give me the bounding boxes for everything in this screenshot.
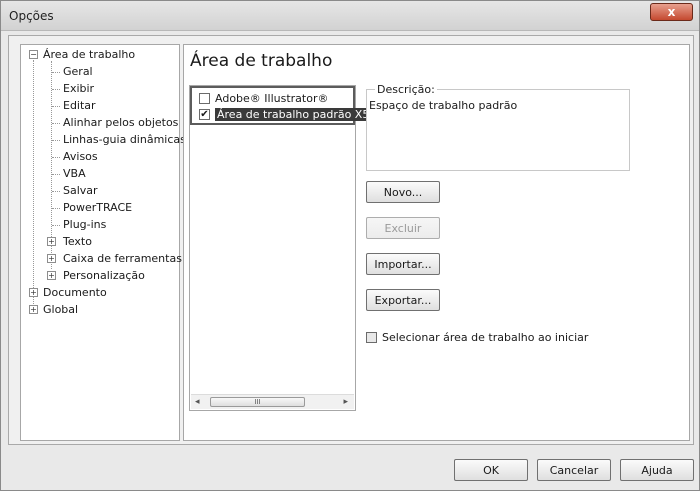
- export-button[interactable]: Exportar...: [366, 289, 440, 311]
- delete-button[interactable]: Excluir: [366, 217, 440, 239]
- cancel-button[interactable]: Cancelar: [537, 459, 611, 481]
- tree-item-alinhar[interactable]: Alinhar pelos objetos: [63, 115, 178, 131]
- dialog-content: − Área de trabalho Geral Exibir Editar A…: [8, 35, 694, 445]
- workspace-item-label: Adobe® Illustrator®: [215, 92, 329, 105]
- workspace-checkbox[interactable]: ✔: [199, 108, 210, 120]
- tree-item-avisos[interactable]: Avisos: [63, 149, 98, 165]
- expand-icon[interactable]: +: [29, 305, 38, 314]
- description-label: Descrição:: [375, 83, 437, 96]
- collapse-icon[interactable]: −: [29, 50, 38, 59]
- workspace-item-padrao-x5[interactable]: ✔ Área de trabalho padrão X5: [199, 107, 372, 123]
- ok-button[interactable]: OK: [454, 459, 528, 481]
- workspace-checkbox[interactable]: [199, 92, 210, 104]
- scroll-left-icon[interactable]: ◂: [195, 397, 200, 407]
- startup-label: Selecionar área de trabalho ao iniciar: [382, 331, 589, 344]
- options-tree: − Área de trabalho Geral Exibir Editar A…: [20, 44, 186, 441]
- scroll-right-icon[interactable]: ▸: [343, 397, 348, 407]
- tree-item-salvar[interactable]: Salvar: [63, 183, 98, 199]
- tree-item-label: Área de trabalho: [43, 48, 136, 61]
- description-group: Descrição: Espaço de trabalho padrão: [366, 83, 630, 171]
- new-button[interactable]: Novo...: [366, 181, 440, 203]
- tree-item-exibir[interactable]: Exibir: [63, 81, 94, 97]
- close-icon: x: [667, 5, 676, 19]
- tree-item-editar[interactable]: Editar: [63, 98, 96, 114]
- expand-icon[interactable]: +: [47, 254, 56, 263]
- tree-item-plug-ins[interactable]: Plug-ins: [63, 217, 106, 233]
- description-text: Espaço de trabalho padrão: [369, 99, 518, 112]
- tree-item-linhas-guia[interactable]: Linhas-guia dinâmicas: [63, 132, 186, 148]
- tree-item-label: Global: [43, 303, 79, 316]
- help-button[interactable]: Ajuda: [620, 459, 694, 481]
- tree-item-geral[interactable]: Geral: [63, 64, 93, 80]
- options-dialog: Opções x − Área de trabalho Geral Exibir…: [0, 0, 700, 491]
- tree-item-vba[interactable]: VBA: [63, 166, 86, 182]
- workspace-list[interactable]: Adobe® Illustrator® ✔ Área de trabalho pa…: [189, 85, 372, 411]
- workspace-item-illustrator[interactable]: Adobe® Illustrator®: [199, 91, 329, 107]
- expand-icon[interactable]: +: [47, 237, 56, 246]
- panel-title: Área de trabalho: [190, 51, 333, 71]
- tree-line: [33, 60, 34, 306]
- window-title: Opções: [9, 9, 54, 23]
- startup-checkbox[interactable]: [366, 331, 377, 343]
- expand-icon[interactable]: +: [47, 271, 56, 280]
- tree-item-label: Texto: [63, 235, 92, 248]
- scroll-thumb[interactable]: III: [210, 397, 305, 407]
- tree-item-label: Caixa de ferramentas: [63, 252, 182, 265]
- workspace-panel: Área de trabalho Adobe® Illustrator® ✔ Ár…: [183, 44, 690, 441]
- tree-item-label: Personalização: [63, 269, 145, 282]
- startup-option[interactable]: Selecionar área de trabalho ao iniciar: [366, 331, 588, 344]
- horizontal-scrollbar[interactable]: ◂ III ▸: [191, 394, 354, 409]
- expand-icon[interactable]: +: [29, 288, 38, 297]
- title-bar: Opções x: [1, 1, 699, 31]
- tree-item-label: Documento: [43, 286, 107, 299]
- close-button[interactable]: x: [650, 3, 693, 21]
- import-button[interactable]: Importar...: [366, 253, 440, 275]
- workspace-item-label: Área de trabalho padrão X5: [215, 108, 372, 121]
- tree-item-powertrace[interactable]: PowerTRACE: [63, 200, 132, 216]
